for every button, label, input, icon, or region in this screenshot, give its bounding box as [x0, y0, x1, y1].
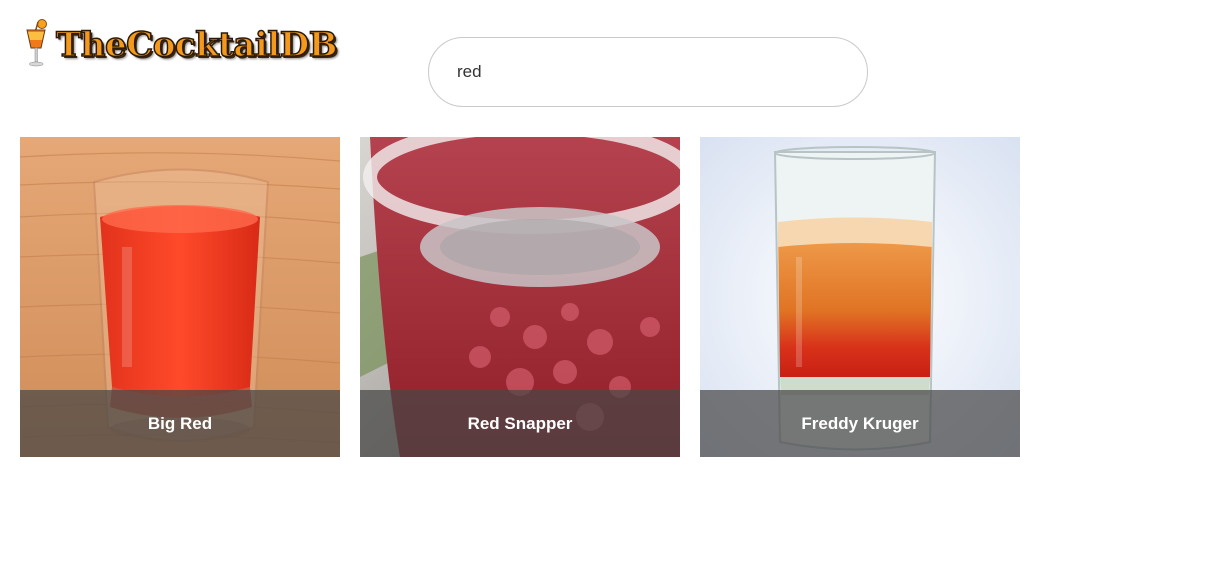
drink-caption: Freddy Kruger: [700, 390, 1020, 457]
results-grid: Big Red Red Snapper Freddy Kruger: [20, 137, 1020, 457]
cocktail-glass-icon: [26, 19, 47, 67]
drink-caption: Big Red: [20, 390, 340, 457]
drink-name: Big Red: [147, 413, 213, 433]
search-box[interactable]: [428, 37, 868, 107]
site-logo[interactable]: TheCocktailDB: [24, 18, 390, 72]
drink-name: Red Snapper: [467, 413, 573, 433]
drink-caption: Red Snapper: [360, 390, 680, 457]
drink-card[interactable]: Red Snapper: [360, 137, 680, 457]
search-input[interactable]: [457, 38, 837, 106]
logo-text: TheCocktailDB: [55, 24, 338, 66]
drink-card[interactable]: Freddy Kruger: [700, 137, 1020, 457]
page: TheCocktailDB red Big Red Red Snapper Fr…: [0, 0, 1207, 568]
drink-card[interactable]: Big Red: [20, 137, 340, 457]
drink-name: Freddy Kruger: [801, 413, 919, 433]
